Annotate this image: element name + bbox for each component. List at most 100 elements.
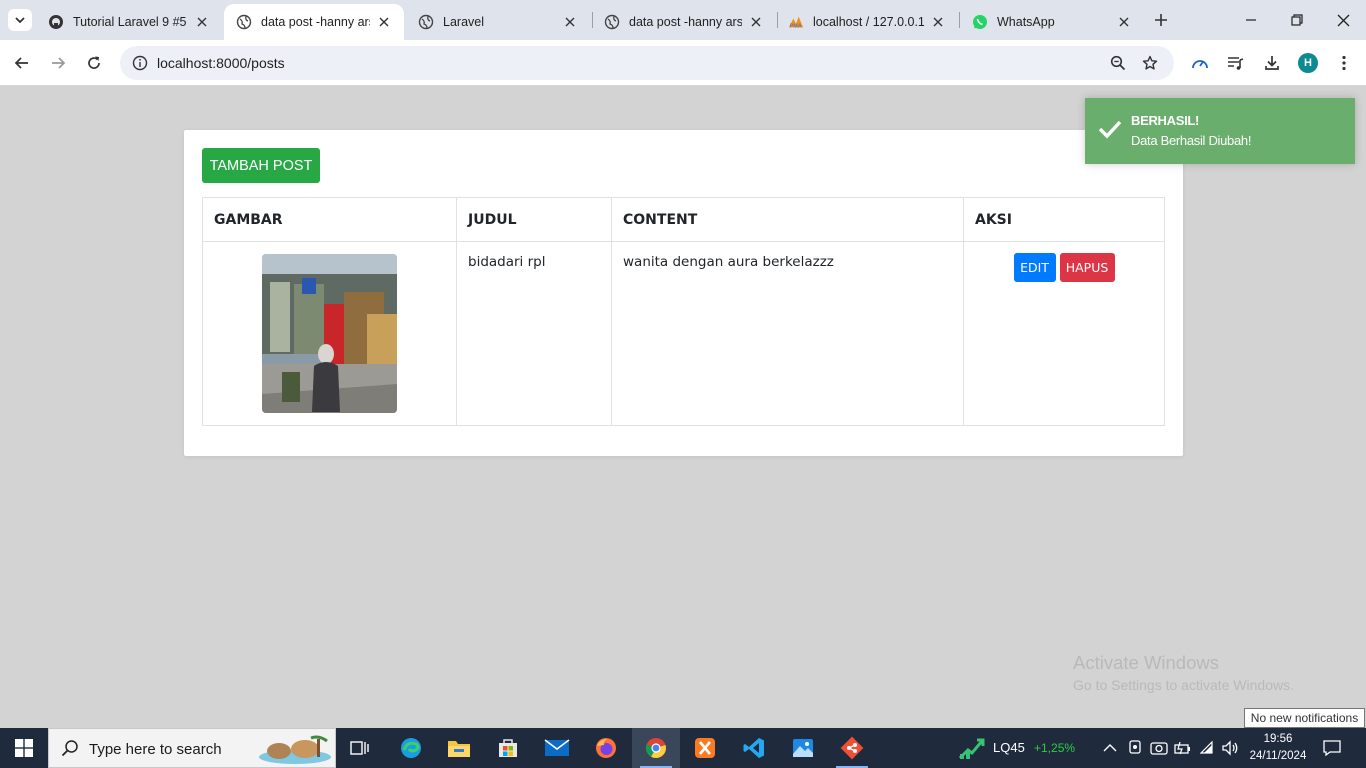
phpmyadmin-icon: PMA bbox=[788, 14, 804, 30]
close-icon[interactable] bbox=[194, 14, 210, 30]
download-icon bbox=[1265, 56, 1279, 70]
tab-data-post-2[interactable]: data post -hanny arsy bbox=[592, 4, 776, 40]
tab-title: localhost / 127.0.0.1 / db bbox=[813, 15, 924, 29]
posts-table: GAMBAR JUDUL CONTENT AKSI bidadari rpl w… bbox=[202, 197, 1165, 426]
success-toast[interactable]: BERHASIL! Data Berhasil Diubah! bbox=[1085, 98, 1355, 164]
action-center-icon[interactable] bbox=[1322, 728, 1342, 768]
taskbar-photos[interactable] bbox=[779, 728, 827, 768]
new-tab-button[interactable] bbox=[1150, 9, 1172, 31]
close-icon[interactable] bbox=[562, 14, 578, 30]
search-icon bbox=[61, 739, 79, 762]
volume-icon[interactable] bbox=[1221, 728, 1239, 768]
arrow-right-icon bbox=[52, 57, 66, 69]
notification-tooltip: No new notifications bbox=[1244, 708, 1365, 728]
taskbar-edge[interactable] bbox=[387, 728, 435, 768]
restore-button[interactable] bbox=[1274, 0, 1320, 40]
tab-title: Tutorial Laravel 9 #5 : Edit bbox=[73, 15, 188, 29]
vscode-icon bbox=[743, 738, 764, 758]
add-post-button[interactable]: TAMBAH POST bbox=[202, 148, 320, 183]
reload-icon bbox=[88, 56, 100, 69]
close-icon[interactable] bbox=[748, 14, 764, 30]
zoom-icon[interactable] bbox=[1106, 51, 1130, 75]
stock-change: +1,25% bbox=[1034, 741, 1076, 755]
close-window-button[interactable] bbox=[1320, 0, 1366, 40]
tab-data-post-active[interactable]: data post -hanny arsy bbox=[224, 4, 404, 40]
meet-icon[interactable] bbox=[1128, 728, 1142, 768]
chevron-down-icon bbox=[15, 17, 25, 24]
forward-button[interactable] bbox=[46, 51, 70, 75]
tab-laravel[interactable]: Laravel bbox=[406, 4, 590, 40]
git-icon bbox=[840, 736, 864, 760]
column-header-content: CONTENT bbox=[611, 197, 964, 242]
profile-avatar[interactable]: H bbox=[1298, 53, 1318, 73]
bookmark-star-icon[interactable] bbox=[1138, 51, 1162, 75]
post-image bbox=[262, 254, 397, 413]
speedometer-icon bbox=[1192, 60, 1208, 69]
tab-search-button[interactable] bbox=[8, 9, 32, 31]
tab-tutorial-laravel[interactable]: Tutorial Laravel 9 #5 : Edit bbox=[36, 4, 222, 40]
camera-icon[interactable] bbox=[1150, 728, 1168, 768]
windows-taskbar: Type here to search LQ45 +1,25% 19:56 24… bbox=[0, 728, 1366, 768]
tab-whatsapp[interactable]: WhatsApp bbox=[960, 4, 1144, 40]
taskbar-chrome[interactable] bbox=[632, 728, 680, 768]
delete-button[interactable]: HAPUS bbox=[1059, 253, 1115, 282]
clock-time: 19:56 bbox=[1263, 733, 1293, 745]
taskbar-mail[interactable] bbox=[533, 728, 581, 768]
search-placeholder: Type here to search bbox=[89, 741, 222, 758]
back-button[interactable] bbox=[10, 51, 34, 75]
taskbar-clock[interactable]: 19:56 24/11/2024 bbox=[1242, 731, 1314, 765]
battery-icon[interactable] bbox=[1174, 728, 1192, 768]
globe-icon bbox=[604, 14, 620, 30]
table-header-row: GAMBAR JUDUL CONTENT AKSI bbox=[202, 197, 1165, 242]
svg-text:PMA: PMA bbox=[790, 23, 802, 29]
wifi-icon[interactable] bbox=[1200, 728, 1216, 768]
photos-icon bbox=[793, 739, 813, 757]
posts-card: TAMBAH POST GAMBAR JUDUL CONTENT AKSI bi… bbox=[184, 130, 1183, 456]
site-info-icon[interactable] bbox=[128, 51, 152, 75]
tab-title: Laravel bbox=[443, 15, 484, 29]
activate-windows-watermark: Activate Windows Go to Settings to activ… bbox=[1073, 652, 1294, 693]
edit-button[interactable]: EDIT bbox=[1013, 253, 1056, 282]
tab-title: data post -hanny arsy bbox=[629, 15, 742, 29]
start-button[interactable] bbox=[0, 728, 48, 768]
taskbar-firefox[interactable] bbox=[582, 728, 630, 768]
minimize-button[interactable] bbox=[1228, 0, 1274, 40]
downloads-button[interactable] bbox=[1260, 51, 1284, 75]
arrow-left-icon bbox=[14, 57, 28, 69]
address-bar[interactable]: localhost:8000/posts bbox=[120, 46, 1174, 80]
taskbar-file-explorer[interactable] bbox=[435, 728, 483, 768]
browser-menu-button[interactable] bbox=[1332, 51, 1356, 75]
taskbar-xampp[interactable] bbox=[681, 728, 729, 768]
close-icon[interactable] bbox=[376, 14, 392, 30]
task-view-icon bbox=[350, 741, 369, 755]
taskbar-vscode[interactable] bbox=[730, 728, 778, 768]
whatsapp-icon bbox=[972, 14, 988, 30]
tray-chevron-up-icon[interactable] bbox=[1103, 728, 1117, 768]
watermark-subtitle: Go to Settings to activate Windows. bbox=[1073, 677, 1294, 693]
globe-icon bbox=[236, 14, 252, 30]
cell-judul: bidadari rpl bbox=[456, 241, 612, 426]
stock-chart-icon[interactable] bbox=[958, 736, 986, 765]
restore-icon bbox=[1291, 14, 1303, 26]
cell-aksi: EDIT HAPUS bbox=[963, 241, 1165, 426]
column-header-gambar: GAMBAR bbox=[202, 197, 457, 242]
browser-toolbar: localhost:8000/posts bbox=[0, 40, 1366, 86]
stock-name: LQ45 bbox=[993, 740, 1025, 755]
media-control-button[interactable] bbox=[1224, 51, 1248, 75]
row-actions: EDIT HAPUS bbox=[975, 253, 1153, 282]
close-icon[interactable] bbox=[930, 14, 946, 30]
taskbar-search-box[interactable]: Type here to search bbox=[48, 728, 336, 768]
task-view-button[interactable] bbox=[336, 728, 384, 768]
taskbar-git-gui[interactable] bbox=[828, 728, 876, 768]
mail-icon bbox=[544, 739, 570, 756]
performance-button[interactable] bbox=[1188, 51, 1212, 75]
reload-button[interactable] bbox=[82, 51, 106, 75]
url-text[interactable]: localhost:8000/posts bbox=[157, 55, 285, 71]
toast-title: BERHASIL! bbox=[1131, 113, 1200, 128]
github-icon bbox=[48, 14, 64, 30]
taskbar-store[interactable] bbox=[484, 728, 532, 768]
tab-title: data post -hanny arsy bbox=[261, 15, 370, 29]
windows-logo-icon bbox=[15, 739, 33, 757]
close-icon[interactable] bbox=[1116, 14, 1132, 30]
tab-phpmyadmin[interactable]: PMA localhost / 127.0.0.1 / db bbox=[776, 4, 958, 40]
